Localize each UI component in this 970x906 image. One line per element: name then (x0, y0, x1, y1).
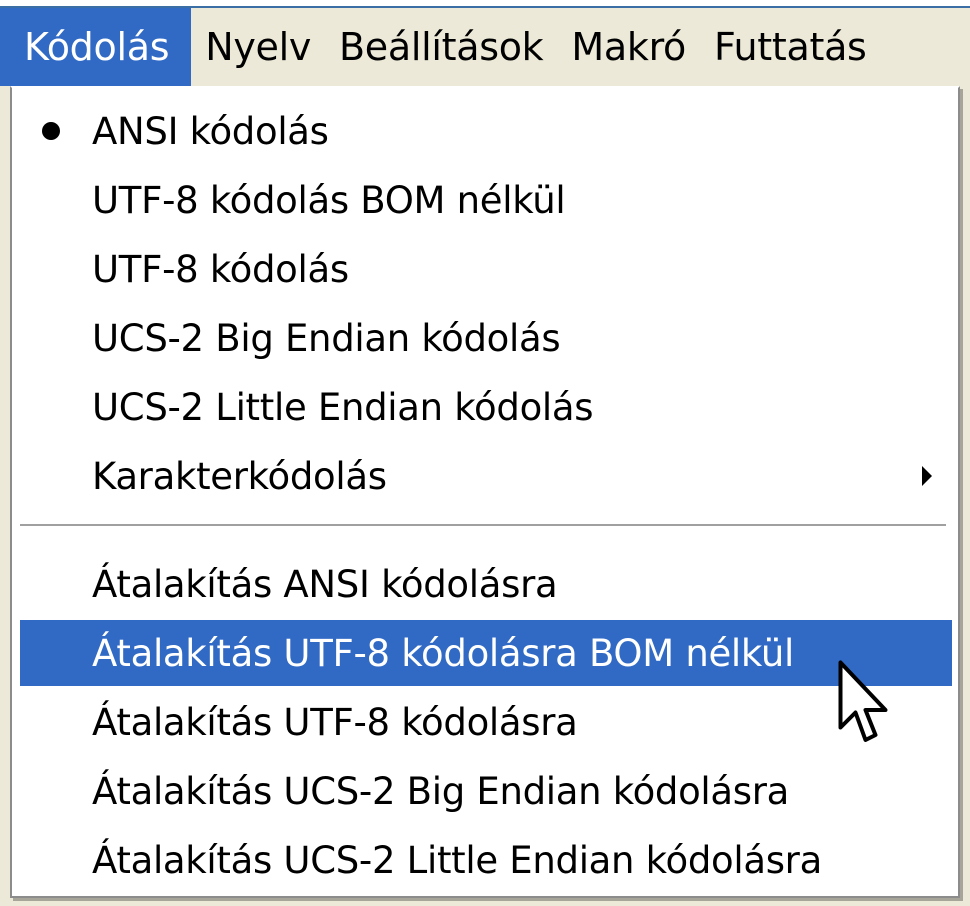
menu-separator (20, 524, 946, 528)
menu-item-utf8-without-bom[interactable]: UTF-8 kódolás BOM nélkül (20, 167, 952, 233)
menu-item-convert-to-utf8[interactable]: Átalakítás UTF-8 kódolásra (20, 689, 952, 755)
menu-item-character-sets[interactable]: Karakterkódolás (20, 443, 952, 509)
menu-item-label: Átalakítás UTF-8 kódolásra BOM nélkül (92, 631, 795, 675)
menu-item-label: Átalakítás UTF-8 kódolásra (92, 700, 578, 744)
menu-item-utf8[interactable]: UTF-8 kódolás (20, 236, 952, 302)
menu-item-label: UTF-8 kódolás BOM nélkül (92, 178, 566, 222)
menubar: Kódolás Nyelv Beállítások Makró Futtatás (0, 8, 970, 86)
menu-item-convert-to-ucs2-big-endian[interactable]: Átalakítás UCS-2 Big Endian kódolásra (20, 758, 952, 824)
menu-item-label: Átalakítás UCS-2 Little Endian kódolásra (92, 838, 822, 882)
menu-encoding[interactable]: Kódolás (0, 8, 192, 86)
menu-item-convert-to-ansi[interactable]: Átalakítás ANSI kódolásra (20, 551, 952, 617)
mouse-pointer-icon (838, 660, 888, 742)
menu-item-label: UTF-8 kódolás (92, 247, 349, 291)
menu-item-ucs2-little-endian[interactable]: UCS-2 Little Endian kódolás (20, 374, 952, 440)
submenu-arrow-icon (922, 466, 932, 486)
menu-item-ansi-encoding[interactable]: ANSI kódolás (20, 98, 952, 164)
menu-item-convert-to-utf8-without-bom[interactable]: Átalakítás UTF-8 kódolásra BOM nélkül (20, 620, 952, 686)
menu-item-ucs2-big-endian[interactable]: UCS-2 Big Endian kódolás (20, 305, 952, 371)
menu-language[interactable]: Nyelv (191, 8, 325, 86)
menu-item-convert-to-ucs2-little-endian[interactable]: Átalakítás UCS-2 Little Endian kódolásra (20, 827, 952, 893)
window-top-edge (0, 0, 970, 8)
radio-dot-icon (42, 122, 60, 140)
menu-item-label: ANSI kódolás (92, 109, 329, 153)
menu-item-label: Karakterkódolás (92, 454, 387, 498)
encoding-dropdown-menu: ANSI kódolás UTF-8 kódolás BOM nélkül UT… (10, 86, 960, 898)
menu-run[interactable]: Futtatás (700, 8, 881, 86)
menu-item-label: UCS-2 Little Endian kódolás (92, 385, 594, 429)
menu-macro[interactable]: Makró (557, 8, 700, 86)
menu-settings[interactable]: Beállítások (325, 8, 557, 86)
menu-item-label: Átalakítás UCS-2 Big Endian kódolásra (92, 769, 790, 813)
menu-item-label: UCS-2 Big Endian kódolás (92, 316, 561, 360)
menu-item-label: Átalakítás ANSI kódolásra (92, 562, 558, 606)
